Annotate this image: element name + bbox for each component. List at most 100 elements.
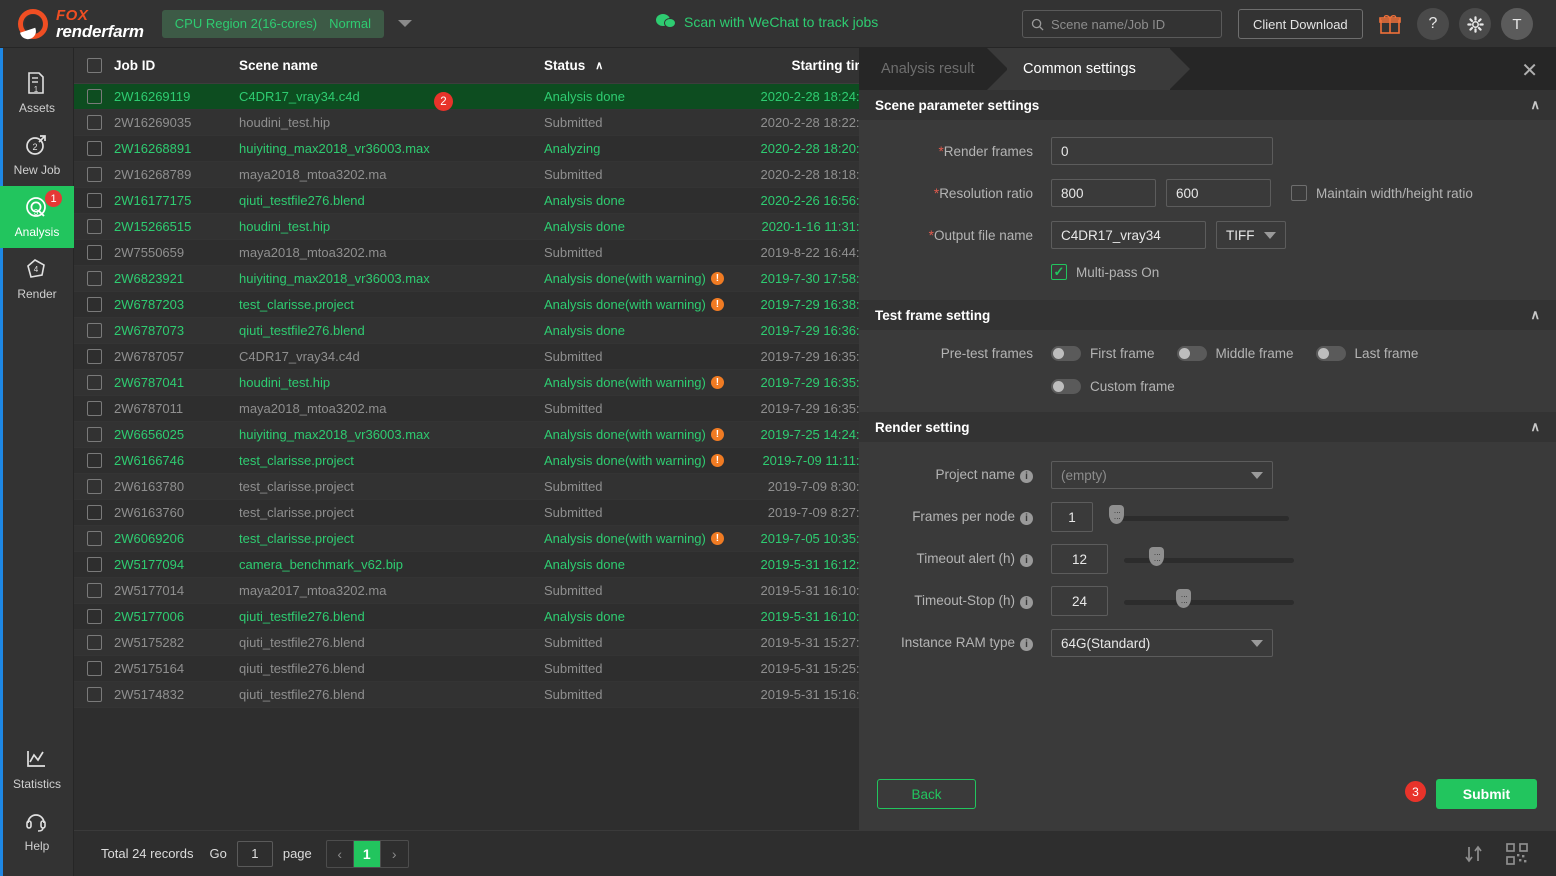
chevron-down-icon[interactable]: [398, 20, 413, 27]
back-button[interactable]: Back: [877, 779, 976, 809]
table-row[interactable]: 2W5177006 qiuti_testfile276.blend Analysis…: [74, 604, 859, 630]
goto-page-input[interactable]: [236, 840, 273, 867]
table-row[interactable]: 2W5175164 qiuti_testfile276.blend Submitte…: [74, 656, 859, 682]
brand-logo[interactable]: FOX renderfarm: [18, 8, 144, 41]
sidebar-item-help[interactable]: Help: [0, 800, 74, 862]
row-checkbox[interactable]: [74, 349, 114, 364]
frames-per-node-slider[interactable]: [1109, 505, 1289, 529]
table-row[interactable]: 2W6069206 test_clarisse.project Analysis d…: [74, 526, 859, 552]
sidebar-item-new-job[interactable]: 2 New Job: [0, 124, 74, 186]
sort-asc-icon[interactable]: ∧: [595, 59, 603, 72]
chevron-up-icon[interactable]: ∧: [1530, 97, 1540, 113]
table-row[interactable]: 2W5177094 camera_benchmark_v62.bip Analysi…: [74, 552, 859, 578]
row-checkbox[interactable]: [74, 167, 114, 182]
avatar[interactable]: T: [1501, 8, 1533, 40]
column-header-status[interactable]: Status ∧: [544, 58, 749, 73]
sidebar-item-assets[interactable]: 1 Assets: [0, 62, 74, 124]
table-row[interactable]: 2W16268789 maya2018_mtoa3202.ma Submitted 2…: [74, 162, 859, 188]
info-icon[interactable]: i: [1020, 554, 1033, 567]
row-checkbox[interactable]: [74, 271, 114, 286]
row-checkbox[interactable]: [74, 583, 114, 598]
render-frames-input[interactable]: [1051, 137, 1273, 165]
tab-common-settings[interactable]: Common settings: [987, 48, 1190, 90]
sidebar-item-analysis[interactable]: 1 3 Analysis: [0, 186, 74, 248]
section-header-test-frame[interactable]: Test frame setting ∧: [859, 300, 1556, 330]
maintain-ratio-checkbox[interactable]: [1291, 185, 1307, 201]
table-row[interactable]: 2W5174832 qiuti_testfile276.blend Submitte…: [74, 682, 859, 708]
table-row[interactable]: 2W6823921 huiyiting_max2018_vr36003.max An…: [74, 266, 859, 292]
table-row[interactable]: 2W6163760 test_clarisse.project Submitted 2…: [74, 500, 859, 526]
row-checkbox[interactable]: [74, 193, 114, 208]
maintain-ratio-checkbox-row[interactable]: Maintain width/height ratio: [1291, 185, 1473, 201]
warning-icon[interactable]: !: [710, 454, 724, 467]
instance-ram-type-select[interactable]: 64G(Standard): [1051, 629, 1273, 657]
settings-gear-button[interactable]: [1459, 8, 1491, 40]
warning-icon[interactable]: !: [710, 376, 724, 389]
row-checkbox[interactable]: [74, 557, 114, 572]
sidebar-item-render[interactable]: 4 Render: [0, 248, 74, 310]
column-header-starting-time[interactable]: Starting time: [749, 58, 874, 73]
timeout-alert-input[interactable]: [1051, 544, 1108, 574]
row-checkbox[interactable]: [74, 687, 114, 702]
row-checkbox[interactable]: [74, 245, 114, 260]
toggle-middle-frame[interactable]: [1176, 345, 1207, 361]
toggle-last-frame[interactable]: [1315, 345, 1346, 361]
row-checkbox[interactable]: [74, 635, 114, 650]
table-row[interactable]: 2W6787011 maya2018_mtoa3202.ma Submitted 20…: [74, 396, 859, 422]
info-icon[interactable]: i: [1020, 638, 1033, 651]
select-all-checkbox[interactable]: [74, 58, 114, 73]
warning-icon[interactable]: !: [710, 532, 724, 545]
help-button[interactable]: ?: [1417, 8, 1449, 40]
toggle-first-frame[interactable]: [1051, 345, 1081, 361]
table-row[interactable]: 2W16269119 C4DR17_vray34.c4d 2 Analysis don…: [74, 84, 859, 111]
row-checkbox[interactable]: [74, 479, 114, 494]
next-page-button[interactable]: ›: [381, 841, 408, 867]
row-checkbox[interactable]: [74, 219, 114, 234]
table-row[interactable]: 2W15266515 houdini_test.hip Analysis done 2…: [74, 214, 859, 240]
sidebar-item-statistics[interactable]: Statistics: [0, 738, 74, 800]
wechat-track-link[interactable]: Scan with WeChat to track jobs: [656, 14, 878, 30]
row-checkbox[interactable]: [74, 609, 114, 624]
page-number-1[interactable]: 1: [353, 840, 381, 867]
timeout-stop-slider[interactable]: [1124, 589, 1294, 613]
tab-analysis-result[interactable]: Analysis result: [881, 48, 974, 90]
row-checkbox[interactable]: [74, 115, 114, 130]
warning-icon[interactable]: !: [710, 272, 724, 285]
qr-code-icon[interactable]: [1506, 842, 1528, 865]
table-row[interactable]: 2W16268891 huiyiting_max2018_vr36003.max A…: [74, 136, 859, 162]
row-checkbox[interactable]: [74, 375, 114, 390]
slider-handle[interactable]: [1149, 547, 1164, 566]
output-format-select[interactable]: TIFF: [1216, 221, 1286, 249]
timeout-alert-slider[interactable]: [1124, 547, 1294, 571]
project-name-select[interactable]: (empty): [1051, 461, 1273, 489]
frames-per-node-input[interactable]: [1051, 502, 1093, 532]
row-checkbox[interactable]: [74, 505, 114, 520]
warning-icon[interactable]: !: [710, 428, 724, 441]
output-file-name-input[interactable]: [1051, 221, 1206, 249]
client-download-button[interactable]: Client Download: [1238, 9, 1363, 39]
resolution-width-input[interactable]: [1051, 179, 1156, 207]
table-row[interactable]: 2W6787057 C4DR17_vray34.c4d Submitted 2019-…: [74, 344, 859, 370]
table-row[interactable]: 2W16269035 houdini_test.hip Submitted 2020-…: [74, 110, 859, 136]
row-checkbox[interactable]: [74, 427, 114, 442]
chevron-up-icon[interactable]: ∧: [1530, 307, 1540, 323]
column-header-job-id[interactable]: Job ID: [114, 58, 239, 73]
table-row[interactable]: 2W6787203 test_clarisse.project Analysis d…: [74, 292, 859, 318]
info-icon[interactable]: i: [1020, 596, 1033, 609]
warning-icon[interactable]: !: [710, 298, 724, 311]
search-box[interactable]: [1022, 10, 1222, 38]
region-selector[interactable]: CPU Region 2(16-cores) Normal: [161, 9, 385, 38]
slider-handle[interactable]: [1109, 505, 1124, 524]
search-input[interactable]: [1051, 16, 1213, 32]
table-row[interactable]: 2W16177175 qiuti_testfile276.blend Analysi…: [74, 188, 859, 214]
prev-page-button[interactable]: ‹: [327, 840, 354, 867]
info-icon[interactable]: i: [1020, 512, 1033, 525]
multipass-checkbox[interactable]: ✓: [1051, 264, 1067, 280]
info-icon[interactable]: i: [1020, 470, 1033, 483]
table-row[interactable]: 2W6166746 test_clarisse.project Analysis d…: [74, 448, 859, 474]
toggle-custom-frame[interactable]: [1051, 378, 1081, 394]
row-checkbox[interactable]: [74, 531, 114, 546]
table-row[interactable]: 2W6656025 huiyiting_max2018_vr36003.max An…: [74, 422, 859, 448]
column-header-scene-name[interactable]: Scene name: [239, 58, 544, 73]
close-icon[interactable]: ✕: [1521, 58, 1538, 83]
